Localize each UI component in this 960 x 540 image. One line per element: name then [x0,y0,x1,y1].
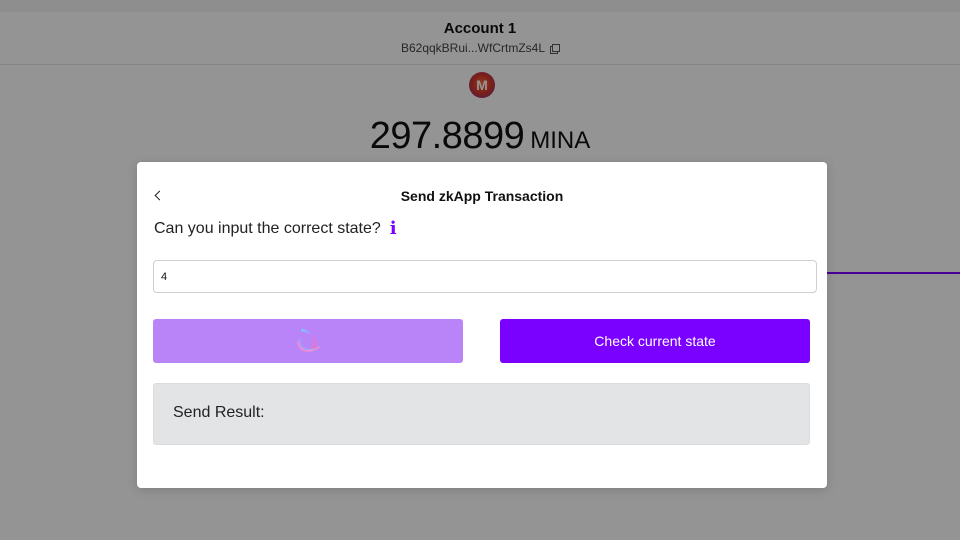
check-state-button[interactable]: Check current state [500,319,810,363]
send-transaction-button[interactable] [153,319,463,363]
send-result-label: Send Result: [173,404,265,421]
spinner-icon [297,328,320,352]
question-row: Can you input the correct state? i [154,220,397,238]
send-result-panel: Send Result: [153,383,810,445]
info-icon[interactable]: i [390,220,397,238]
send-zkapp-modal: Send zkApp Transaction Can you input the… [137,162,827,488]
modal-title: Send zkApp Transaction [400,188,564,204]
state-input[interactable] [153,260,817,293]
question-label: Can you input the correct state? [154,220,381,237]
